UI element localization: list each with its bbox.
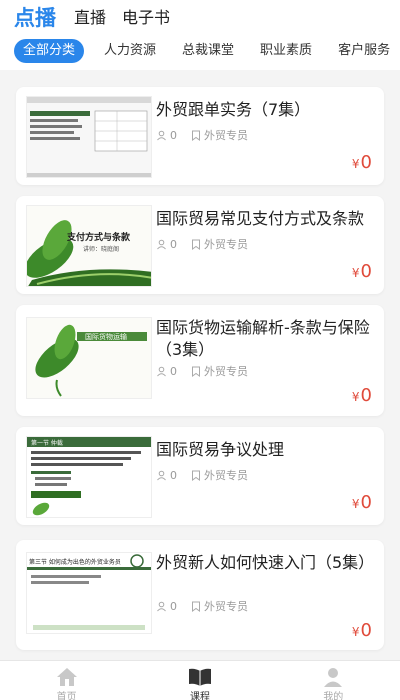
course-thumbnail: 支付方式与条款 讲师：晓庭阁	[26, 205, 152, 287]
nav-courses[interactable]: 课程	[160, 661, 240, 700]
nav-mine[interactable]: 我的	[293, 661, 373, 700]
course-card[interactable]: 第一节 仲裁 国际贸易争议处理 0 外贸专员 ¥0	[16, 427, 384, 525]
course-thumbnail: 第三节 如何成为出色的外贸业务员	[26, 552, 152, 634]
course-meta: 0 外贸专员	[156, 236, 248, 252]
nav-home[interactable]: 首页	[27, 661, 107, 700]
course-thumbnail: 国际货物运输	[26, 317, 152, 399]
course-title: 外贸跟单实务（7集）	[156, 100, 311, 119]
bookmark-icon	[191, 239, 201, 250]
bookmark-icon	[191, 130, 201, 141]
tab-ebook[interactable]: 电子书	[122, 4, 170, 32]
course-card[interactable]: 国际货物运输 国际货物运输解析-条款与保险（3集） 0 外贸专员 ¥0	[16, 305, 384, 416]
course-tag: 外贸专员	[204, 365, 248, 378]
course-price: ¥0	[351, 385, 372, 406]
user-icon	[156, 239, 167, 250]
course-title: 外贸新人如何快速入门（5集）	[156, 553, 375, 572]
thumb-title: 支付方式与条款	[67, 233, 131, 243]
bottom-nav: 首页 课程 我的	[0, 660, 400, 700]
course-price: ¥0	[351, 492, 372, 513]
bookmark-icon	[191, 601, 201, 612]
thumb-title: 第一节 仲裁	[31, 440, 63, 447]
course-tag: 外贸专员	[204, 600, 248, 613]
course-card[interactable]: 外贸跟单实务（7集） 0 外贸专员 ¥0	[16, 87, 384, 185]
course-title: 国际货物运输解析-条款与保险（3集）	[156, 318, 370, 359]
user-icon	[156, 130, 167, 141]
course-price: ¥0	[351, 620, 372, 641]
course-thumbnail	[26, 96, 152, 178]
nav-courses-label: 课程	[189, 692, 210, 700]
course-price: ¥0	[351, 261, 372, 282]
course-tag: 外贸专员	[204, 238, 248, 251]
learner-count: 0	[170, 237, 177, 251]
user-icon	[156, 601, 167, 612]
learner-count: 0	[170, 468, 177, 482]
category-hr[interactable]: 人力资源	[104, 39, 156, 63]
course-list: 外贸跟单实务（7集） 0 外贸专员 ¥0 支付方式与条款 讲师：晓庭阁 国际贸易…	[0, 70, 400, 660]
user-icon	[156, 470, 167, 481]
learner-count: 0	[170, 599, 177, 613]
top-tab-bar: 点播 直播 电子书	[0, 0, 400, 32]
course-price: ¥0	[351, 152, 372, 173]
course-thumbnail: 第一节 仲裁	[26, 436, 152, 518]
tab-on-demand[interactable]: 点播	[14, 4, 56, 32]
nav-home-label: 首页	[56, 692, 77, 700]
thumb-title: 国际货物运输	[85, 333, 127, 341]
course-meta: 0 外贸专员	[156, 127, 248, 143]
learner-count: 0	[170, 128, 177, 142]
course-tag: 外贸专员	[204, 129, 248, 142]
course-title: 国际贸易常见支付方式及条款	[156, 209, 365, 228]
course-tag: 外贸专员	[204, 469, 248, 482]
category-bar: 全部分类 人力资源 总裁课堂 职业素质 客户服务	[0, 32, 400, 70]
category-customer-service[interactable]: 客户服务	[338, 39, 390, 63]
nav-mine-label: 我的	[323, 692, 344, 700]
person-icon	[322, 668, 344, 691]
course-meta: 0 外贸专员	[156, 467, 248, 483]
course-meta: 0 外贸专员	[156, 363, 248, 379]
course-card[interactable]: 支付方式与条款 讲师：晓庭阁 国际贸易常见支付方式及条款 0 外贸专员 ¥0	[16, 196, 384, 294]
category-professional[interactable]: 职业素质	[260, 39, 312, 63]
thumb-title: 第三节 如何成为出色的外贸业务员	[29, 559, 121, 566]
thumb-subtitle: 讲师：晓庭阁	[83, 246, 120, 253]
home-icon	[56, 668, 78, 691]
bookmark-icon	[191, 470, 201, 481]
tab-live[interactable]: 直播	[74, 4, 106, 32]
course-meta: 0 外贸专员	[156, 598, 248, 614]
user-icon	[156, 366, 167, 377]
course-title: 国际贸易争议处理	[156, 440, 285, 459]
category-all[interactable]: 全部分类	[14, 39, 85, 63]
learner-count: 0	[170, 364, 177, 378]
course-card[interactable]: 第三节 如何成为出色的外贸业务员 外贸新人如何快速入门（5集） 0 外贸专员 ¥…	[16, 540, 384, 650]
book-icon	[188, 668, 212, 691]
bookmark-icon	[191, 366, 201, 377]
category-ceo-class[interactable]: 总裁课堂	[182, 39, 234, 63]
